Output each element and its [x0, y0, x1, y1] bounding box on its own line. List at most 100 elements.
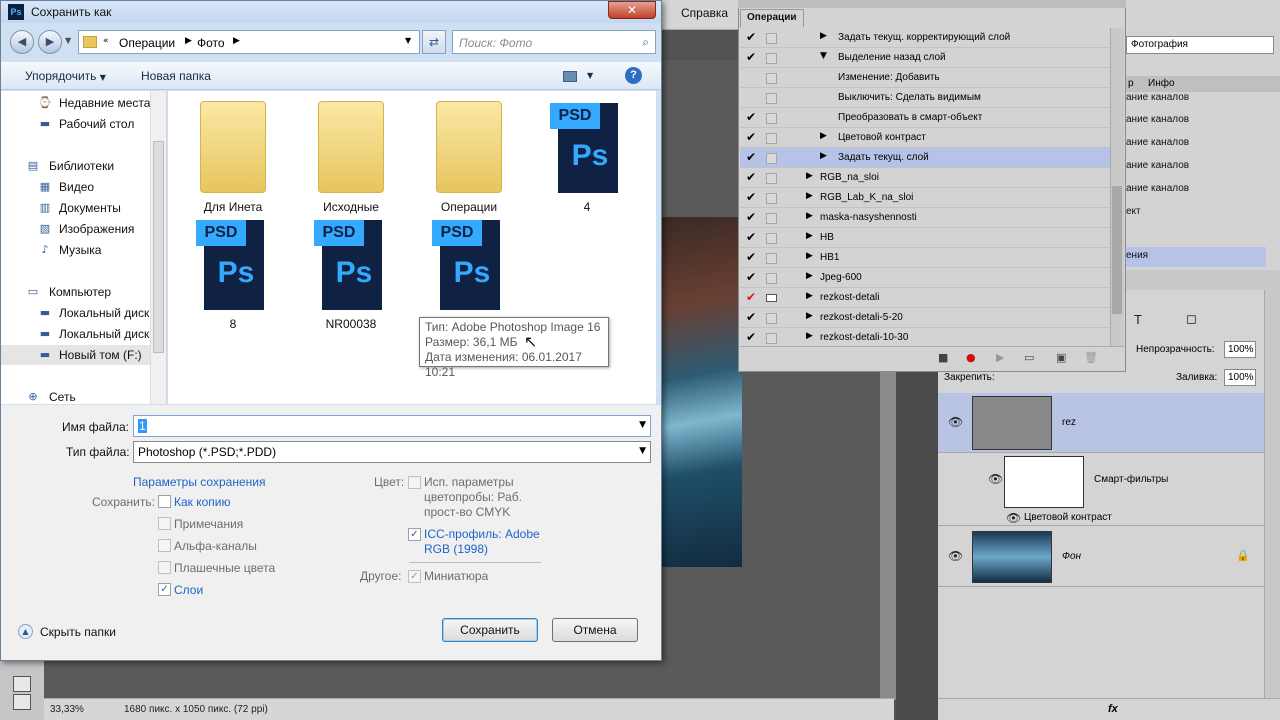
nav-item[interactable]: ▭ Компьютер [1, 282, 151, 302]
check-icon[interactable]: ✔ [746, 170, 758, 184]
layer-name[interactable]: Фон [1062, 551, 1081, 562]
layers-checkbox[interactable]: ✓ [158, 583, 171, 596]
history-source-dropdown[interactable]: Фотография [1126, 36, 1274, 54]
fx-icon[interactable]: fx [1108, 703, 1118, 715]
nav-item-label[interactable]: Новый том (F:) [59, 348, 142, 362]
dialog-toggle-box[interactable] [766, 133, 777, 144]
action-label[interactable]: Преобразовать в смарт-объект [838, 112, 982, 123]
play-icon[interactable]: ▶ [996, 351, 1004, 364]
action-label[interactable]: Выключить: Сделать видимым [838, 92, 981, 103]
action-label[interactable]: rezkost-detali-10-30 [820, 332, 908, 343]
action-label[interactable]: HB1 [820, 252, 839, 263]
psd-file-item[interactable]: PSD Ps NR00038 [296, 212, 406, 331]
dialog-toggle-box[interactable] [766, 153, 777, 164]
file-name[interactable]: NR00038 [296, 317, 406, 331]
tab-partial[interactable]: р [1128, 78, 1134, 89]
copy-checkbox[interactable] [158, 495, 171, 508]
menu-help[interactable]: Справка [681, 6, 728, 20]
triangle-right-icon[interactable]: ▶ [806, 231, 813, 241]
history-item[interactable]: ект [1126, 206, 1141, 217]
chevron-right-icon[interactable]: ▶ [233, 36, 240, 46]
dialog-toggle-box[interactable] [766, 213, 777, 224]
breadcrumb-operacii[interactable]: Операции [119, 36, 175, 50]
tab-actions[interactable]: Операции [740, 9, 804, 27]
filetype-select[interactable]: Photoshop (*.PSD;*.PDD) ▼ [133, 441, 651, 463]
stop-icon[interactable]: ■ [938, 351, 948, 364]
check-icon[interactable]: ✔ [746, 230, 758, 244]
check-icon[interactable]: ✔ [746, 310, 758, 324]
action-label[interactable]: HB [820, 232, 834, 243]
history-dropdown-icon[interactable]: ▼ [65, 36, 71, 45]
actions-scroll-thumb[interactable] [1112, 186, 1122, 314]
forward-button[interactable]: ▶ [38, 30, 62, 54]
action-row[interactable]: ✔ ▶ maska-nasyshennosti [740, 208, 1110, 228]
chevron-right-icon[interactable]: ▶ [185, 36, 192, 46]
dialog-toggle-box[interactable] [766, 53, 777, 64]
triangle-right-icon[interactable]: ▶ [806, 311, 813, 321]
address-dropdown-icon[interactable]: ▼ [405, 36, 411, 45]
opacity-field[interactable]: 100% [1224, 341, 1256, 358]
filename-input[interactable]: 1 ▼ [133, 415, 651, 437]
nav-scrollbar[interactable] [150, 91, 166, 404]
history-item[interactable]: ание каналов [1126, 114, 1189, 125]
search-input[interactable]: Поиск: Фото ⌕ [452, 30, 656, 54]
layer-row-fon[interactable]: 👁 Фон 🔒 [938, 527, 1264, 587]
psd-file-item[interactable]: PSD Ps 8 [178, 212, 288, 331]
history-item[interactable]: ание каналов [1126, 92, 1189, 103]
dialog-toggle-box[interactable] [766, 273, 777, 284]
nav-item-label[interactable]: Видео [59, 180, 94, 194]
nav-item[interactable]: ♪ Музыка [1, 240, 151, 260]
nav-item-label[interactable]: Недавние места [59, 96, 150, 110]
nav-item-label[interactable]: Локальный диск [59, 306, 149, 320]
save-params-link[interactable]: Параметры сохранения [133, 475, 265, 489]
action-row[interactable]: ✔ ▶ HB [740, 228, 1110, 248]
check-icon[interactable]: ✔ [746, 210, 758, 224]
nav-item[interactable]: ▬ Рабочий стол [1, 114, 151, 134]
dialog-toggle-box[interactable] [766, 253, 777, 264]
action-label[interactable]: Jpeg-600 [820, 272, 862, 283]
layers-option-label[interactable]: Слои [174, 583, 203, 597]
check-icon[interactable]: ✔ [746, 290, 758, 304]
save-button[interactable]: Сохранить [442, 618, 538, 642]
trash-icon[interactable]: 🗑 [1084, 351, 1098, 364]
dialog-toggle-box[interactable] [766, 113, 777, 124]
action-row[interactable]: ✔ ▶ Цветовой контраст [740, 128, 1110, 148]
action-row[interactable]: ✔ ▼ Выделение назад слой [740, 48, 1110, 68]
dialog-toggle-box[interactable] [766, 193, 777, 204]
nav-item[interactable]: ▬ Локальный диск [1, 303, 151, 323]
dialog-toggle-box[interactable] [766, 93, 777, 104]
folder-item[interactable]: Для Инета [178, 95, 288, 214]
nav-item-label[interactable]: Библиотеки [49, 159, 114, 173]
nav-item[interactable]: ▦ Видео [1, 177, 151, 197]
action-row[interactable]: ✔ ▶ rezkost-detali-10-30 [740, 328, 1110, 348]
action-row[interactable]: ✔ ▶ rezkost-detali [740, 288, 1110, 308]
chevron-up-icon[interactable]: ▲ [18, 624, 33, 639]
action-row[interactable]: ✔ ▶ RGB_na_sloi [740, 168, 1110, 188]
eye-icon[interactable]: 👁 [948, 415, 963, 429]
close-button[interactable]: ✕ [608, 1, 656, 19]
nav-item-label[interactable]: Музыка [59, 243, 101, 257]
folder-item[interactable]: Исходные [296, 95, 406, 214]
folder-item[interactable]: Операции [414, 95, 524, 214]
icc-option-line2[interactable]: RGB (1998) [424, 542, 488, 556]
action-label[interactable]: Цветовой контраст [838, 132, 926, 143]
action-row[interactable]: ✔ ▶ Jpeg-600 [740, 268, 1110, 288]
check-icon[interactable]: ✔ [746, 270, 758, 284]
action-label[interactable]: maska-nasyshennosti [820, 212, 917, 223]
dialog-toggle-box[interactable] [766, 73, 777, 84]
nav-item[interactable]: ▬ Новый том (F:) [1, 345, 151, 365]
action-label[interactable]: RGB_Lab_K_na_sloi [820, 192, 913, 203]
copy-option-label[interactable]: Как копию [174, 495, 231, 509]
history-item[interactable]: ание каналов [1126, 160, 1189, 171]
nav-item-label[interactable]: Изображения [59, 222, 134, 236]
check-icon[interactable]: ✔ [746, 50, 758, 64]
organize-button[interactable]: Упорядочить ▼ [25, 69, 106, 83]
triangle-right-icon[interactable]: ▶ [820, 131, 827, 141]
action-row[interactable]: Выключить: Сделать видимым [740, 88, 1110, 108]
nav-item-label[interactable]: Документы [59, 201, 121, 215]
nav-item[interactable]: ⊕ Сеть [1, 387, 151, 407]
dialog-toggle-box[interactable] [766, 33, 777, 44]
shape-filter-icon[interactable]: ◻ [1186, 312, 1197, 327]
cancel-button[interactable]: Отмена [552, 618, 638, 642]
nav-item-label[interactable]: Сеть [49, 390, 76, 404]
